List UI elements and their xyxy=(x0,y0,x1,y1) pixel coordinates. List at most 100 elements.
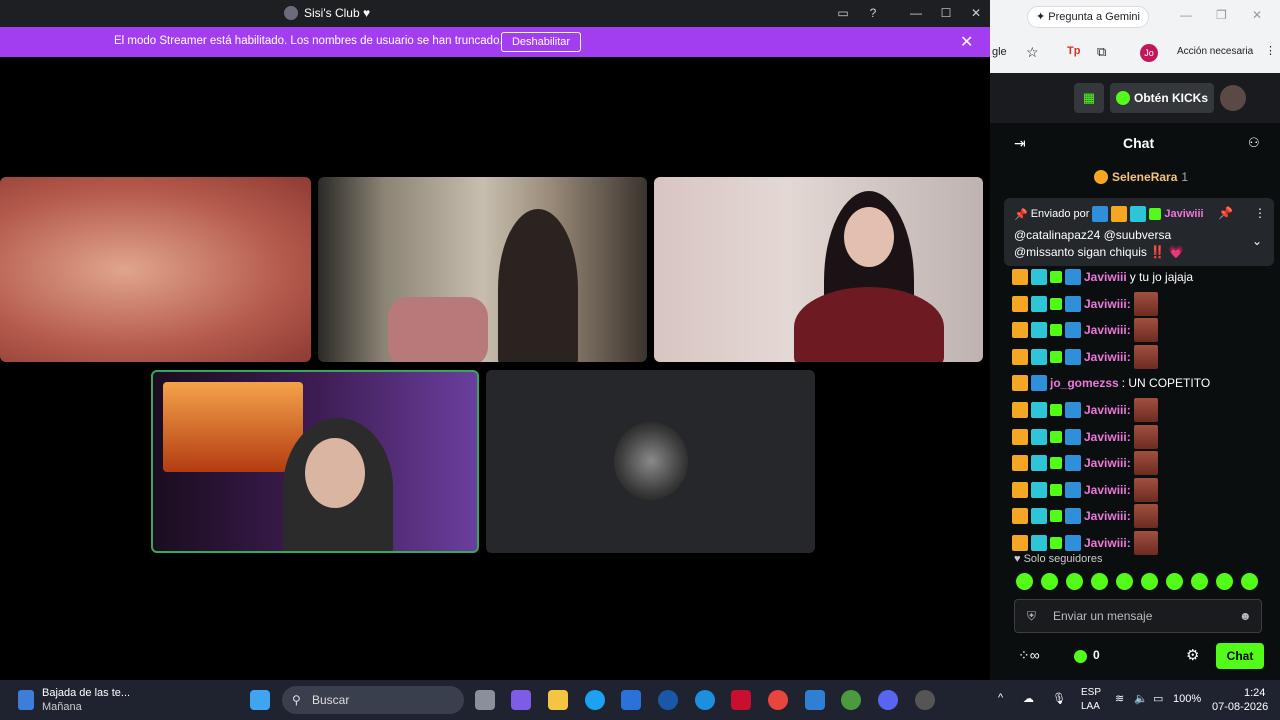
address-fragment[interactable]: gle xyxy=(992,46,1007,58)
discord-icon[interactable] xyxy=(878,690,898,710)
close-button[interactable]: ✕ xyxy=(966,4,986,22)
emoji-icon[interactable]: ☻ xyxy=(1239,600,1252,632)
clock-time[interactable]: 1:24 xyxy=(1244,687,1265,699)
badge-icon xyxy=(1065,508,1081,525)
store-icon[interactable] xyxy=(621,690,641,710)
users-icon[interactable]: ⚇ xyxy=(1248,135,1260,151)
gift-badge-icon xyxy=(1031,508,1047,525)
bookmark-star-icon[interactable]: ☆ xyxy=(1026,44,1039,61)
settings-gear-icon[interactable]: ⚙ xyxy=(1186,646,1199,664)
unpin-icon[interactable]: 📌 xyxy=(1218,206,1233,220)
emote-icon[interactable] xyxy=(1016,573,1033,590)
profile-avatar[interactable]: Jo xyxy=(1140,44,1158,62)
video-tile-3[interactable] xyxy=(654,177,983,362)
expand-chevron-icon[interactable]: ⌄ xyxy=(1252,234,1262,248)
chat-username[interactable]: Javiwiii: xyxy=(1084,478,1131,502)
wifi-icon[interactable]: ≋ xyxy=(1115,692,1124,705)
disable-streamer-button[interactable]: Deshabilitar xyxy=(501,32,581,52)
battery-icon[interactable]: ▭ xyxy=(1153,692,1163,705)
streamer-message: El modo Streamer está habilitado. Los no… xyxy=(114,35,503,47)
action-needed-label[interactable]: Acción necesaria xyxy=(1177,46,1253,57)
tray-chevron-icon[interactable]: ^ xyxy=(998,692,1003,704)
chat-username[interactable]: jo_gomezss xyxy=(1050,371,1119,395)
extension-tp-icon[interactable]: Tp xyxy=(1067,45,1080,57)
chat-username[interactable]: Javiwiii: xyxy=(1084,398,1131,422)
edge-icon[interactable] xyxy=(585,690,605,710)
video-tile-2[interactable] xyxy=(318,177,647,362)
participant-shirt xyxy=(794,287,944,362)
collapse-chat-icon[interactable]: ⇥ xyxy=(1014,135,1026,152)
shield-icon: ⛨ xyxy=(1027,609,1037,623)
weather-icon[interactable] xyxy=(18,690,34,710)
sub-badge-icon xyxy=(1050,350,1062,363)
chat-input[interactable]: ⛨ Enviar un mensaje ☻ xyxy=(1014,599,1262,633)
emote-icon[interactable] xyxy=(1066,573,1083,590)
chat-username[interactable]: Javiwiii: xyxy=(1084,345,1131,369)
chat-username[interactable]: Javiwiii: xyxy=(1084,504,1131,528)
chat-username[interactable]: Javiwiii: xyxy=(1084,531,1131,555)
outlook-icon[interactable] xyxy=(805,690,825,710)
task-view-icon[interactable] xyxy=(475,690,495,710)
taskbar-search[interactable]: ⚲ Buscar xyxy=(282,686,464,714)
hp-icon[interactable] xyxy=(658,690,678,710)
infinity-icon[interactable]: ⁘∞ xyxy=(1018,647,1040,664)
minimize-button[interactable]: — xyxy=(906,4,926,22)
gemini-button[interactable]: ✦ Pregunta a Gemini xyxy=(1027,6,1149,28)
sub-badge-icon xyxy=(1050,537,1062,549)
gift-badge-icon xyxy=(1031,295,1047,312)
pinned-menu-icon[interactable]: ⋮ xyxy=(1254,206,1266,220)
get-kicks-label: Obtén KICKs xyxy=(1134,91,1209,105)
start-windows-icon[interactable] xyxy=(250,690,270,710)
pinned-username[interactable]: Javiwiii xyxy=(1164,208,1203,220)
browser-maximize-button[interactable]: ❐ xyxy=(1216,8,1227,22)
mcafee-icon[interactable] xyxy=(731,690,751,710)
chat-username[interactable]: Javiwiii xyxy=(1084,265,1127,289)
close-banner-icon[interactable]: ✕ xyxy=(960,32,973,52)
pin-icon: 📌 xyxy=(1014,208,1028,221)
chat-username[interactable]: Javiwiii: xyxy=(1084,451,1131,475)
send-chat-button[interactable]: Chat xyxy=(1216,643,1264,669)
chat-username[interactable]: Javiwiii: xyxy=(1084,292,1131,316)
store-icon[interactable]: ▦ xyxy=(1074,83,1104,113)
copilot-icon[interactable] xyxy=(511,690,531,710)
inbox-icon[interactable]: ▭ xyxy=(833,4,853,22)
video-tile-1[interactable] xyxy=(0,177,311,362)
badge-icon xyxy=(1065,535,1081,551)
emote-icon[interactable] xyxy=(1191,573,1208,590)
maximize-button[interactable]: ☐ xyxy=(936,4,956,22)
help-icon[interactable] xyxy=(695,690,715,710)
browser-close-button[interactable]: ✕ xyxy=(1252,8,1262,22)
chat-username[interactable]: Javiwiii: xyxy=(1084,425,1131,449)
file-explorer-icon[interactable] xyxy=(548,690,568,710)
user-avatar[interactable] xyxy=(1220,85,1246,111)
video-tile-4-speaking[interactable] xyxy=(151,370,479,553)
cloud-icon[interactable]: ☁ xyxy=(1023,692,1034,705)
obs-icon[interactable] xyxy=(915,690,935,710)
emote-icon[interactable] xyxy=(1241,573,1258,590)
chat-message: Javiwiii: xyxy=(1012,344,1158,369)
emote-icon[interactable] xyxy=(1141,573,1158,590)
chat-message: Javiwiii: xyxy=(1012,318,1158,343)
emote-icon[interactable] xyxy=(1166,573,1183,590)
emote-icon[interactable] xyxy=(1116,573,1133,590)
extensions-icon[interactable]: ⧉ xyxy=(1097,44,1106,60)
microphone-icon[interactable]: 🎙 xyxy=(1052,692,1066,705)
get-kicks-button[interactable]: Obtén KICKs xyxy=(1110,83,1214,113)
language-code[interactable]: ESP xyxy=(1081,687,1101,698)
browser-minimize-button[interactable]: — xyxy=(1180,8,1192,22)
menu-dots-icon[interactable]: ⋮ xyxy=(1265,44,1276,57)
weather-title[interactable]: Bajada de las te... xyxy=(42,687,130,699)
chat-username[interactable]: Javiwiii: xyxy=(1084,318,1131,342)
crown-badge-icon xyxy=(1012,269,1028,285)
top-gifter-name[interactable]: SeleneRara xyxy=(1112,170,1177,184)
chrome-icon[interactable] xyxy=(768,690,788,710)
emote-icon[interactable] xyxy=(1091,573,1108,590)
emote-icon[interactable] xyxy=(1041,573,1058,590)
chrome-profile-icon[interactable] xyxy=(841,690,861,710)
kick-header: ▦ Obtén KICKs xyxy=(990,73,1280,123)
volume-icon[interactable]: 🔈 xyxy=(1134,692,1148,705)
help-icon[interactable]: ? xyxy=(863,4,883,22)
emote-icon[interactable] xyxy=(1216,573,1233,590)
pinned-message[interactable]: 📌 Enviado por Javiwiii 📌 ⋮ @catalinapaz2… xyxy=(1004,198,1274,266)
video-tile-5-avatar[interactable] xyxy=(486,370,815,553)
